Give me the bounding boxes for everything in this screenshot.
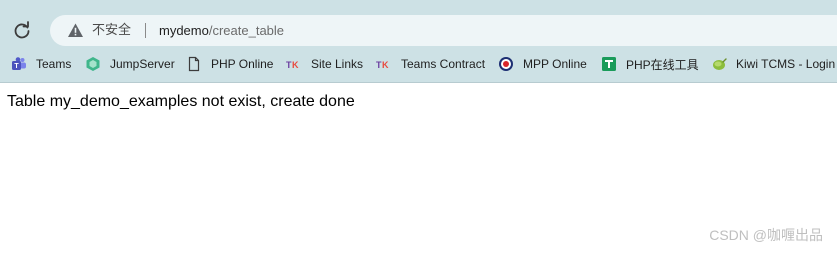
url-host: mydemo — [159, 23, 209, 38]
bookmark-php-tool[interactable]: PHP在线工具 — [601, 52, 699, 76]
bookmark-label: Kiwi TCMS - Login — [736, 57, 836, 71]
bookmark-label: Teams Contract — [401, 57, 486, 71]
bookmark-teams[interactable]: T Teams — [11, 52, 71, 76]
php-tool-icon — [601, 56, 617, 72]
watermark: CSDN @咖喱出品 — [709, 227, 823, 243]
address-bar[interactable]: 不安全 mydemo/create_table — [50, 15, 837, 46]
bookmark-label: JumpServer — [110, 57, 175, 71]
bookmarks-bar: T Teams JumpServer PHP Online T K Site L… — [0, 52, 837, 76]
url-path: /create_table — [208, 23, 285, 38]
bookmark-kiwi-tcms[interactable]: Kiwi TCMS - Login — [711, 52, 835, 76]
kiwi-icon — [711, 56, 727, 72]
address-divider — [145, 23, 146, 38]
bookmark-label: Teams — [36, 57, 72, 71]
reload-icon — [14, 21, 30, 39]
bookmark-jumpserver[interactable]: JumpServer — [85, 52, 175, 76]
bookmark-label: PHP在线工具 — [626, 57, 699, 72]
svg-text:K: K — [382, 60, 389, 70]
mpp-target-icon — [498, 56, 514, 72]
url-text[interactable]: mydemo/create_table — [159, 22, 284, 39]
tk-logo-icon: T K — [376, 56, 392, 72]
tk-logo-icon: T K — [286, 56, 302, 72]
teams-icon: T — [11, 56, 27, 72]
bookmark-site-links[interactable]: T K Site Links — [286, 52, 363, 76]
not-secure-label[interactable]: 不安全 — [92, 22, 131, 39]
page-icon — [186, 56, 202, 72]
svg-text:K: K — [292, 60, 299, 70]
page-message: Table my_demo_examples not exist, create… — [7, 93, 355, 110]
bookmark-teams-contract[interactable]: T K Teams Contract — [376, 52, 485, 76]
svg-text:T: T — [14, 63, 19, 70]
bookmark-label: MPP Online — [523, 57, 587, 71]
reload-button[interactable] — [10, 19, 34, 43]
bookmark-label: PHP Online — [211, 57, 274, 71]
bookmark-label: Site Links — [311, 57, 364, 71]
browser-toolbar: 不安全 mydemo/create_table T Teams JumpServ… — [0, 0, 837, 83]
bookmark-php-online[interactable]: PHP Online — [186, 52, 273, 76]
jumpserver-icon — [85, 56, 101, 72]
bookmark-mpp-online[interactable]: MPP Online — [498, 52, 587, 76]
warning-icon[interactable] — [67, 22, 84, 39]
